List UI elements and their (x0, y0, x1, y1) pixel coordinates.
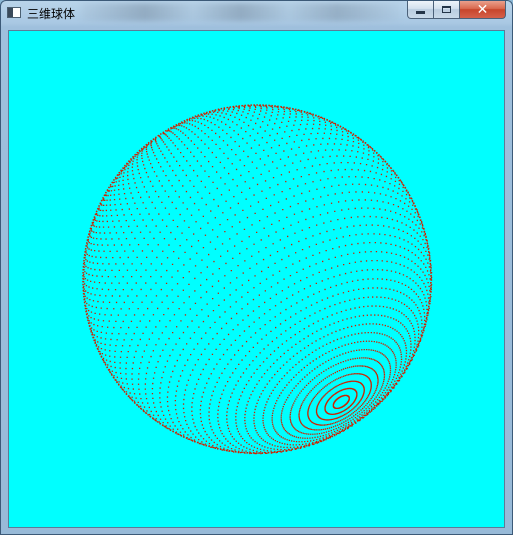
close-icon: ✕ (476, 1, 489, 18)
app-window: 三维球体 ✕ (0, 0, 513, 535)
sphere-canvas (82, 104, 433, 455)
app-window-icon[interactable] (7, 7, 21, 18)
minimize-button[interactable] (407, 1, 434, 19)
window-title: 三维球体 (27, 7, 76, 21)
close-button[interactable]: ✕ (460, 1, 506, 19)
minimize-icon (416, 11, 425, 14)
sphere-dots (83, 105, 433, 455)
client-area[interactable] (8, 30, 505, 528)
title-bar-glass (81, 3, 401, 21)
sphere (82, 104, 433, 455)
maximize-icon (442, 6, 451, 13)
title-bar[interactable]: 三维球体 ✕ (1, 1, 512, 25)
maximize-button[interactable] (434, 1, 460, 19)
caption-buttons: ✕ (407, 1, 506, 20)
